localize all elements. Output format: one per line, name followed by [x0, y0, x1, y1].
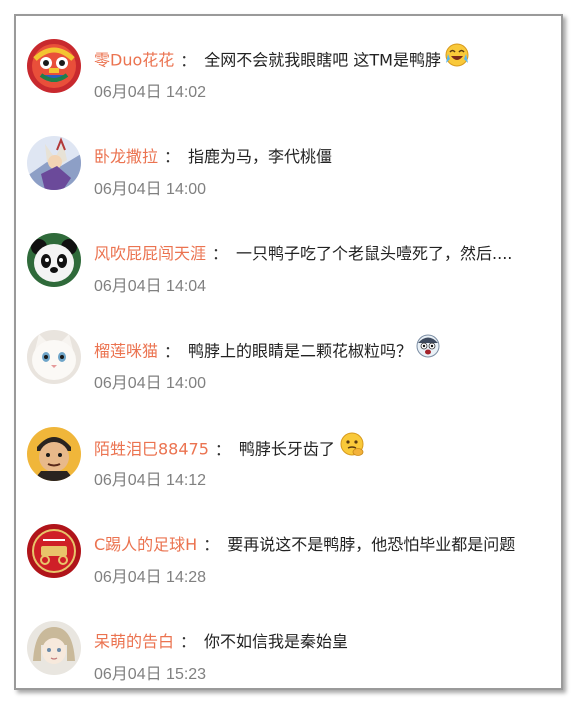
crying-laughing-emoji-icon	[445, 43, 469, 75]
arsenal-badge-avatar-icon[interactable]	[27, 524, 81, 578]
username-link[interactable]: C踢人的足球H	[94, 535, 197, 554]
comment-text: 鸭脖上的眼睛是二颗花椒粒吗？	[188, 341, 413, 361]
separator: ：	[164, 341, 181, 361]
separator: ：	[212, 244, 229, 263]
scared-face-emoji-icon	[416, 334, 440, 366]
timestamp: 06月04日 15:23	[94, 666, 207, 683]
white-cat-avatar-icon[interactable]	[27, 330, 81, 384]
comment-text: 鸭脖长牙齿了	[238, 439, 335, 459]
comment-text: 一只鸭子吃了个老鼠头噎死了，然后....	[236, 244, 513, 263]
timestamp: 06月04日 14:12	[94, 472, 207, 489]
timestamp: 06月04日 14:04	[94, 278, 207, 295]
separator: ：	[214, 439, 231, 459]
comment-line: C踢人的足球H ： 要再说这不是鸭脖，他恐怕毕业都是问题	[94, 532, 515, 558]
lion-dance-avatar-icon[interactable]	[27, 39, 81, 93]
username-link[interactable]: 榴莲咪猫	[94, 342, 158, 361]
username-link[interactable]: 呆萌的告白	[94, 632, 174, 651]
comment-text: 指鹿为马，李代桃僵	[188, 147, 333, 166]
comment-line: 卧龙撒拉 ： 指鹿为马，李代桃僵	[94, 144, 332, 170]
cartoon-man-avatar-icon[interactable]	[27, 427, 81, 481]
username-link[interactable]: 风吹屁屁闯天涯	[94, 244, 206, 263]
timestamp: 06月04日 14:00	[94, 375, 207, 392]
username-link[interactable]: 陌甡泪巳88475	[94, 440, 209, 459]
separator: ：	[203, 535, 220, 554]
anime-character-avatar-icon[interactable]	[27, 136, 81, 190]
separator: ：	[164, 147, 181, 166]
panda-avatar-icon[interactable]	[27, 233, 81, 287]
timestamp: 06月04日 14:02	[94, 84, 207, 101]
timestamp: 06月04日 14:00	[94, 181, 207, 198]
comment-text: 要再说这不是鸭脖，他恐怕毕业都是问题	[227, 535, 516, 554]
thinking-face-emoji-icon	[339, 431, 365, 465]
comment-line: 风吹屁屁闯天涯 ： 一只鸭子吃了个老鼠头噎死了，然后....	[94, 241, 512, 267]
comment-item: 呆萌的告白 ： 你不如信我是秦始皇 06月04日 15:23	[16, 621, 561, 711]
comment-line: 榴莲咪猫 ： 鸭脖上的眼睛是二颗花椒粒吗？	[94, 334, 440, 364]
username-link[interactable]: 卧龙撒拉	[94, 147, 158, 166]
comment-item: 风吹屁屁闯天涯 ： 一只鸭子吃了个老鼠头噎死了，然后.... 06月04日 14:0…	[16, 233, 561, 323]
comment-panel: 零Duo花花 ： 全网不会就我眼瞎吧 这TM是鸭脖 06月04日 14:02 卧龙撒…	[14, 14, 563, 690]
timestamp: 06月04日 14:28	[94, 569, 207, 586]
separator: ：	[180, 632, 197, 651]
comment-line: 呆萌的告白 ： 你不如信我是秦始皇	[94, 629, 348, 655]
comment-item: C踢人的足球H ： 要再说这不是鸭脖，他恐怕毕业都是问题 06月04日 14:28	[16, 524, 561, 614]
comment-item: 卧龙撒拉 ： 指鹿为马，李代桃僵 06月04日 14:00	[16, 136, 561, 226]
username-link[interactable]: 零Duo花花	[94, 51, 174, 70]
comment-item: 零Duo花花 ： 全网不会就我眼瞎吧 这TM是鸭脖 06月04日 14:02	[16, 39, 561, 129]
anime-girl-avatar-icon[interactable]	[27, 621, 81, 675]
comment-line: 零Duo花花 ： 全网不会就我眼瞎吧 这TM是鸭脖	[94, 43, 469, 73]
separator: ：	[180, 50, 197, 70]
comment-text: 全网不会就我眼瞎吧 这TM是鸭脖	[204, 50, 441, 70]
comment-text: 你不如信我是秦始皇	[204, 632, 349, 651]
comment-line: 陌甡泪巳88475 ： 鸭脖长牙齿了	[94, 432, 365, 461]
comment-item: 榴莲咪猫 ： 鸭脖上的眼睛是二颗花椒粒吗？ 06月04日 14:00	[16, 330, 561, 420]
comment-item: 陌甡泪巳88475 ： 鸭脖长牙齿了 06月04日 14:12	[16, 427, 561, 517]
